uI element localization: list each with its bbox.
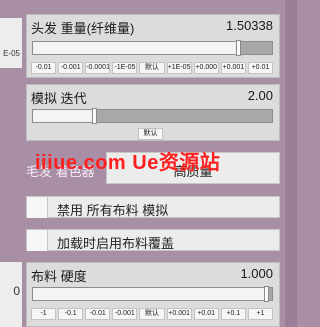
left-edge-value: E-05 (3, 49, 20, 58)
sim-iterations-label: 模拟 迭代 (31, 91, 87, 106)
sim-iterations-panel: 模拟 迭代 2.00 默认 (26, 84, 280, 141)
hair-weight-value: 1.50338 (226, 18, 273, 33)
hair-weight-slider[interactable] (32, 40, 273, 56)
cloth-stiffness-slider[interactable] (32, 286, 273, 302)
cloth-stiffness-panel: 布料 硬度 1.000 -1 -0.1 -0.01 -0.001 默认 +0.001 +0.… (26, 262, 280, 327)
hair-weight-step-button[interactable]: +0.001 (220, 62, 246, 74)
hair-weight-step-button[interactable]: -0.01 (31, 62, 57, 74)
cloth-stiffness-slider-thumb[interactable] (264, 286, 270, 302)
cloth-stiffness-step-buttons: -1 -0.1 -0.01 -0.001 默认 +0.001 +0.01 +0.1 +1 (31, 308, 273, 320)
disable-cloth-sim-toggle[interactable]: 禁用 所有布料 模拟 (26, 196, 280, 218)
watermark-text: iiiue.com Ue资源站 (35, 152, 221, 174)
hair-weight-step-button[interactable]: -0.001 (58, 62, 84, 74)
left-panel-edge: E-05 (0, 18, 22, 68)
cloth-stiffness-step-button[interactable]: +0.1 (220, 308, 246, 320)
hair-weight-label: 头发 重量(纤维量) (31, 21, 135, 36)
hair-weight-step-button[interactable]: 默认 (139, 62, 165, 74)
enable-cloth-override-checkbox[interactable] (27, 230, 48, 251)
right-edge (285, 0, 297, 327)
hair-weight-slider-fill (33, 42, 239, 54)
enable-cloth-override-label: 加载时启用布料覆盖 (57, 236, 175, 251)
cloth-stiffness-value: 1.000 (240, 266, 273, 281)
sim-iterations-slider[interactable] (32, 108, 273, 124)
enable-cloth-override-toggle[interactable]: 加载时启用布料覆盖 (26, 229, 280, 251)
hair-weight-step-buttons: -0.01 -0.001 -0.0001 -1E-05 默认 +1E-05 +0.000 +0… (31, 62, 273, 74)
cloth-stiffness-step-button[interactable]: -0.1 (58, 308, 84, 320)
cloth-stiffness-step-button[interactable]: +1 (247, 308, 273, 320)
cloth-stiffness-step-button[interactable]: +0.001 (166, 308, 192, 320)
hair-weight-step-button[interactable]: -1E-05 (112, 62, 138, 74)
disable-cloth-sim-label: 禁用 所有布料 模拟 (57, 203, 169, 218)
disable-cloth-sim-checkbox[interactable] (27, 197, 48, 218)
hair-weight-step-button[interactable]: +0.000 (193, 62, 219, 74)
cloth-stiffness-label: 布料 硬度 (31, 269, 87, 284)
hair-weight-step-button[interactable]: +0.01 (247, 62, 273, 74)
hair-weight-slider-thumb[interactable] (235, 40, 241, 56)
cloth-stiffness-step-button[interactable]: -1 (31, 308, 57, 320)
cloth-stiffness-step-button[interactable]: -0.001 (112, 308, 138, 320)
hair-weight-panel: 头发 重量(纤维量) 1.50338 -0.01 -0.001 -0.0001 -1E… (26, 14, 280, 78)
sim-iterations-slider-thumb[interactable] (92, 108, 98, 124)
cloth-stiffness-step-button[interactable]: 默认 (139, 308, 165, 320)
hair-weight-step-button[interactable]: -0.0001 (85, 62, 111, 74)
left-panel-edge-lower: 0 (0, 262, 22, 327)
cloth-stiffness-step-button[interactable]: -0.01 (85, 308, 111, 320)
cloth-stiffness-step-button[interactable]: +0.01 (193, 308, 219, 320)
sim-iterations-default-button[interactable]: 默认 (138, 128, 163, 140)
sim-iterations-slider-fill (33, 110, 96, 122)
left-edge-value-lower: 0 (13, 284, 20, 298)
sim-iterations-value: 2.00 (247, 88, 273, 103)
cloth-stiffness-slider-fill (33, 288, 268, 300)
hair-weight-step-button[interactable]: +1E-05 (166, 62, 192, 74)
